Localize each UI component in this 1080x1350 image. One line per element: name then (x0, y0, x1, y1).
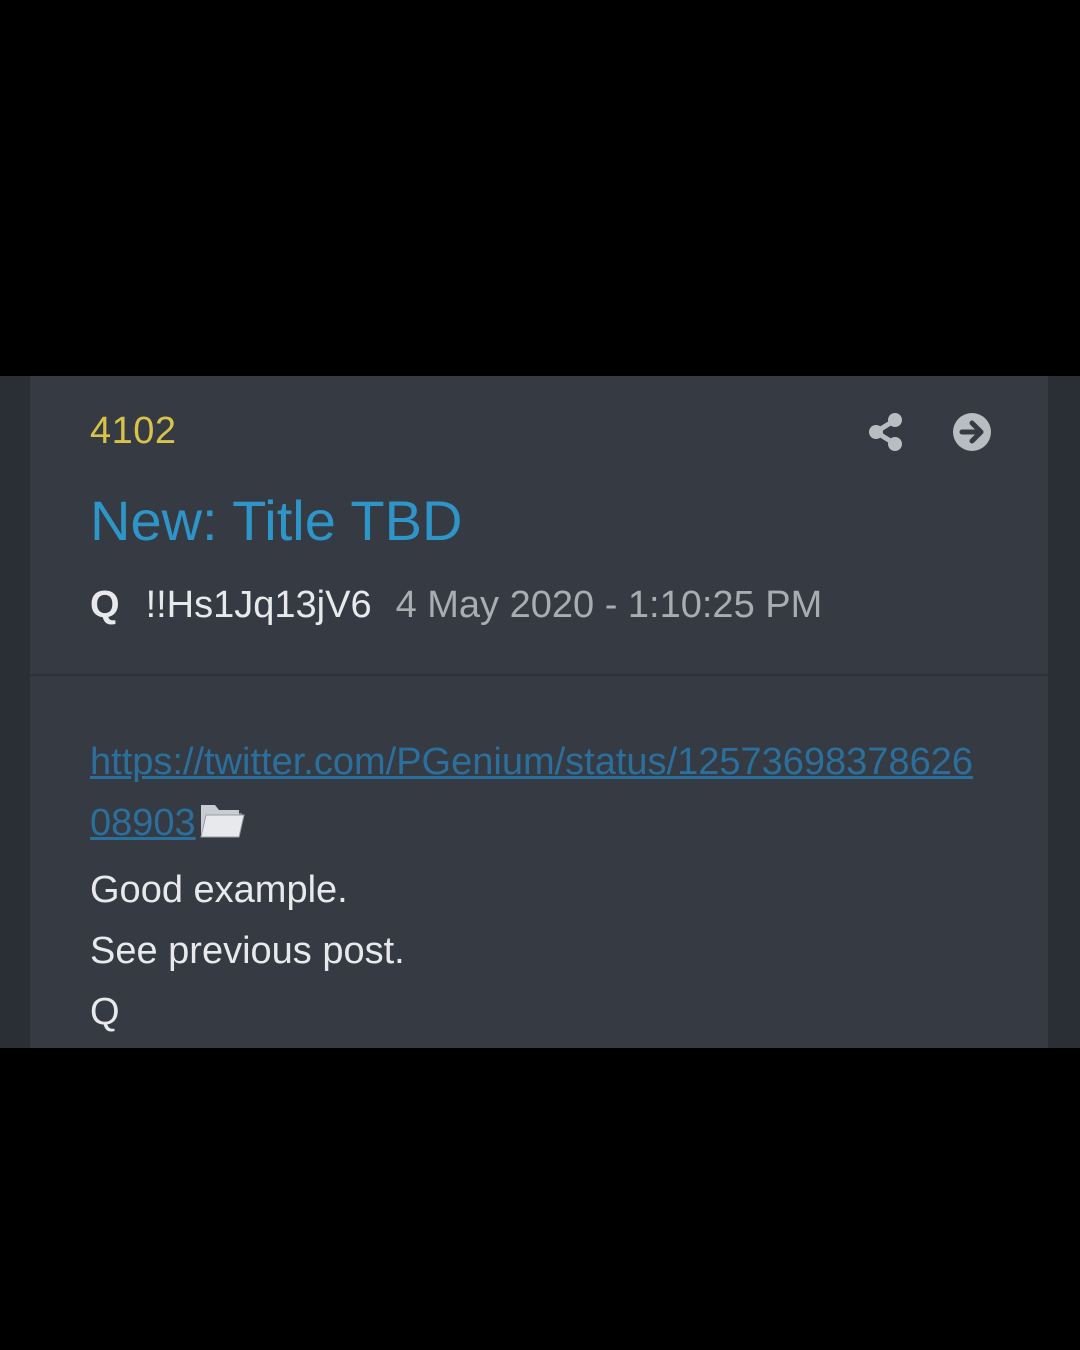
screen-region: 4102 New: Title TBD Q !!Hs1Jq13jV6 4 May… (0, 376, 1080, 1048)
post-timestamp: 4 May 2020 - 1:10:25 PM (395, 584, 823, 626)
share-icon (869, 413, 902, 451)
post-number[interactable]: 4102 (90, 410, 177, 453)
post-author: Q (90, 584, 120, 626)
post-body: https://twitter.com/PGenium/status/12573… (90, 732, 990, 1043)
divider (30, 674, 1048, 676)
post-line: See previous post. (90, 930, 405, 972)
post-signature: Q (90, 991, 120, 1033)
folder-icon[interactable] (198, 799, 246, 860)
arrow-right-circle-icon (953, 413, 991, 451)
post-card: 4102 New: Title TBD Q !!Hs1Jq13jV6 4 May… (30, 376, 1048, 1048)
share-button[interactable] (866, 412, 906, 452)
post-actions (866, 412, 992, 452)
post-title: New: Title TBD (90, 489, 463, 552)
post-link[interactable]: https://twitter.com/PGenium/status/12573… (90, 732, 990, 860)
post-meta: Q !!Hs1Jq13jV6 4 May 2020 - 1:10:25 PM (90, 584, 822, 627)
open-post-button[interactable] (952, 412, 992, 452)
post-tripcode: !!Hs1Jq13jV6 (145, 584, 372, 626)
post-line: Good example. (90, 869, 348, 911)
